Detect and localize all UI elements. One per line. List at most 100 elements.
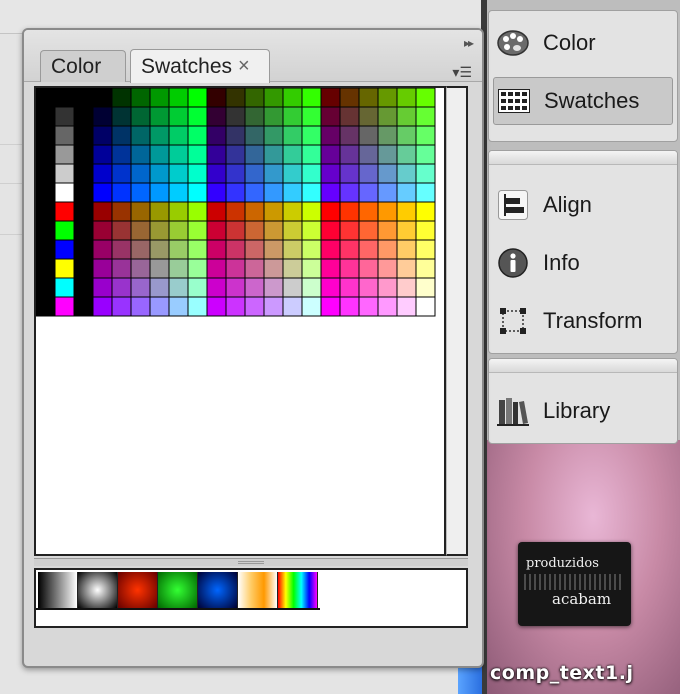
swatch-cell[interactable] [149, 125, 170, 146]
swatch-cell[interactable] [225, 296, 246, 317]
swatch-cell[interactable] [130, 258, 151, 279]
swatch-cell[interactable] [111, 182, 132, 203]
swatch-cell[interactable] [168, 106, 189, 127]
swatch-cell[interactable] [396, 239, 417, 260]
swatch-cell[interactable] [187, 220, 208, 241]
swatch-cell[interactable] [187, 182, 208, 203]
swatch-cell[interactable] [358, 296, 379, 317]
swatch-cell[interactable] [282, 296, 303, 317]
swatch-basic[interactable] [54, 163, 75, 184]
swatch-cell[interactable] [301, 106, 322, 127]
swatch-cell[interactable] [339, 201, 360, 222]
swatch-basic[interactable] [54, 277, 75, 298]
swatch-cell[interactable] [339, 239, 360, 260]
gradient-swatch-blue-radial[interactable] [198, 572, 238, 608]
dock-item-transform[interactable]: Transform [493, 297, 673, 345]
swatch-black[interactable] [36, 106, 56, 127]
swatch-basic[interactable] [54, 106, 75, 127]
swatch-cell[interactable] [282, 182, 303, 203]
swatch-cell[interactable] [92, 125, 113, 146]
file-thumbnail[interactable]: produzidos acabam [518, 542, 631, 626]
swatch-cell[interactable] [301, 277, 322, 298]
swatch-black[interactable] [36, 182, 56, 203]
swatch-basic[interactable] [54, 182, 75, 203]
swatch-cell[interactable] [187, 258, 208, 279]
swatch-cell[interactable] [111, 125, 132, 146]
swatch-cell[interactable] [339, 88, 360, 108]
swatch-black[interactable] [36, 239, 56, 260]
swatch-cell[interactable] [206, 163, 227, 184]
swatch-cell[interactable] [301, 144, 322, 165]
swatch-black[interactable] [73, 258, 94, 279]
swatch-black[interactable] [36, 163, 56, 184]
swatch-cell[interactable] [92, 182, 113, 203]
swatch-cell[interactable] [111, 144, 132, 165]
swatch-cell[interactable] [149, 88, 170, 108]
swatch-cell[interactable] [301, 163, 322, 184]
swatch-cell[interactable] [358, 258, 379, 279]
swatch-cell[interactable] [320, 239, 341, 260]
dock-item-color[interactable]: Color [493, 19, 673, 67]
swatch-cell[interactable] [415, 277, 436, 298]
swatch-cell[interactable] [339, 296, 360, 317]
swatch-cell[interactable] [244, 88, 265, 108]
swatch-cell[interactable] [244, 144, 265, 165]
swatch-cell[interactable] [282, 277, 303, 298]
swatch-cell[interactable] [320, 258, 341, 279]
swatch-cell[interactable] [111, 258, 132, 279]
swatch-cell[interactable] [168, 88, 189, 108]
swatch-cell[interactable] [92, 296, 113, 317]
swatch-cell[interactable] [187, 239, 208, 260]
swatch-cell[interactable] [263, 296, 284, 317]
swatch-cell[interactable] [92, 106, 113, 127]
swatch-black[interactable] [36, 296, 56, 317]
swatch-cell[interactable] [206, 106, 227, 127]
file-name-label[interactable]: comp_text1.j [490, 662, 633, 684]
swatch-cell[interactable] [320, 163, 341, 184]
swatch-cell[interactable] [149, 296, 170, 317]
swatch-cell[interactable] [244, 239, 265, 260]
swatch-black[interactable] [36, 88, 56, 108]
swatch-cell[interactable] [130, 182, 151, 203]
swatch-basic[interactable] [54, 125, 75, 146]
swatch-cell[interactable] [130, 106, 151, 127]
dock-item-align[interactable]: Align [493, 181, 673, 229]
swatch-cell[interactable] [149, 220, 170, 241]
swatch-cell[interactable] [415, 163, 436, 184]
swatch-cell[interactable] [263, 144, 284, 165]
swatch-cell[interactable] [225, 106, 246, 127]
swatch-cell[interactable] [225, 258, 246, 279]
swatch-cell[interactable] [244, 258, 265, 279]
swatch-cell[interactable] [339, 106, 360, 127]
swatch-cell[interactable] [168, 163, 189, 184]
swatch-cell[interactable] [301, 125, 322, 146]
swatch-cell[interactable] [168, 220, 189, 241]
swatch-cell[interactable] [92, 239, 113, 260]
swatch-cell[interactable] [377, 239, 398, 260]
swatch-cell[interactable] [225, 201, 246, 222]
swatch-cell[interactable] [396, 88, 417, 108]
panel-header[interactable]: ▸▸ Color Swatches × ▾☰ [24, 30, 482, 83]
swatch-basic[interactable] [54, 201, 75, 222]
swatch-cell[interactable] [339, 182, 360, 203]
swatch-cell[interactable] [396, 144, 417, 165]
swatch-cell[interactable] [149, 182, 170, 203]
swatch-cell[interactable] [320, 125, 341, 146]
swatch-cell[interactable] [244, 125, 265, 146]
swatch-cell[interactable] [358, 106, 379, 127]
swatch-basic[interactable] [54, 258, 75, 279]
swatch-cell[interactable] [282, 106, 303, 127]
swatch-basic[interactable] [54, 239, 75, 260]
gradient-swatch-green-radial[interactable] [158, 572, 198, 608]
swatch-cell[interactable] [225, 88, 246, 108]
swatch-cell[interactable] [320, 220, 341, 241]
swatch-cell[interactable] [168, 296, 189, 317]
swatch-cell[interactable] [396, 220, 417, 241]
tab-swatches[interactable]: Swatches × [130, 49, 270, 83]
swatch-cell[interactable] [149, 201, 170, 222]
swatch-cell[interactable] [168, 239, 189, 260]
swatch-cell[interactable] [415, 296, 436, 317]
dock-item-swatches[interactable]: Swatches [493, 77, 673, 125]
dock-group-grip[interactable] [489, 359, 677, 373]
swatch-cell[interactable] [225, 125, 246, 146]
